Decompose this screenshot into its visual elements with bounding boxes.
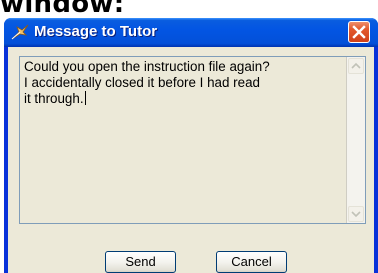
close-button[interactable] [348, 21, 370, 43]
scroll-up-button[interactable] [348, 58, 364, 74]
send-button[interactable]: Send [105, 251, 176, 273]
chevron-down-icon [351, 211, 361, 218]
vertical-scrollbar[interactable] [347, 57, 365, 223]
title-bar[interactable]: Message to Tutor [4, 18, 378, 47]
dialog-title: Message to Tutor [34, 23, 158, 40]
text-caret [84, 91, 86, 105]
message-text-area[interactable]: Could you open the instruction file agai… [20, 57, 347, 223]
dialog-client-area: Could you open the instruction file agai… [8, 47, 374, 273]
feather-pen-icon [11, 24, 29, 41]
message-text: Could you open the instruction file agai… [24, 59, 344, 107]
message-line: I accidentally closed it before I had re… [24, 75, 260, 90]
scroll-down-button[interactable] [348, 206, 364, 222]
close-icon [352, 25, 366, 39]
message-dialog-window: Message to Tutor Could you open the inst… [4, 18, 378, 273]
chevron-up-icon [351, 62, 361, 69]
message-line: Could you open the instruction file agai… [24, 59, 270, 74]
cancel-button[interactable]: Cancel [216, 251, 287, 273]
message-line: it through. [24, 91, 84, 106]
background-caption: window: [0, 0, 125, 19]
message-textarea[interactable]: Could you open the instruction file agai… [19, 56, 366, 224]
